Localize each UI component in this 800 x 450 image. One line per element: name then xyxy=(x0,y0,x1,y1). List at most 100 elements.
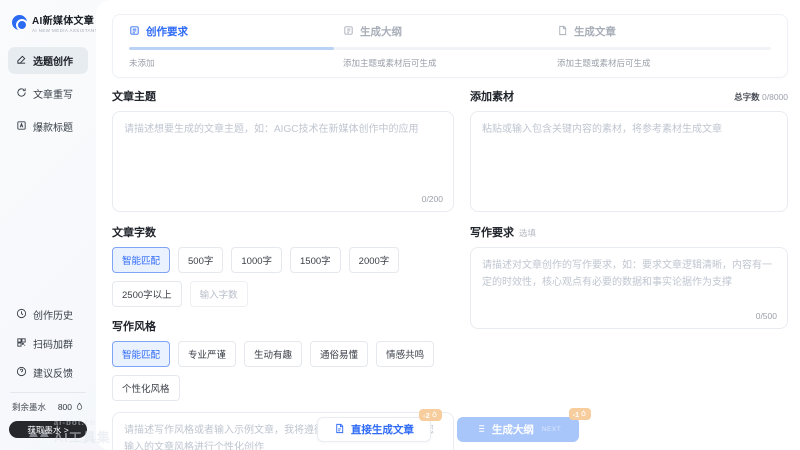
main-panel: 创作要求 生成大纲 生成文章 未添加 添加主题或素材后可生成 添加主题或素材后可… xyxy=(96,0,800,450)
form-icon xyxy=(129,25,140,39)
sidebar-item-history[interactable]: 创作历史 xyxy=(8,302,88,327)
word-count-option-500[interactable]: 500字 xyxy=(178,247,223,273)
logo-icon xyxy=(12,15,27,30)
step-status: 添加主题或素材后可生成 xyxy=(343,57,557,69)
sidebar-item-label: 创作历史 xyxy=(33,307,73,322)
title-icon xyxy=(16,120,27,134)
sidebar-item-feedback[interactable]: 建议反馈 xyxy=(8,360,88,385)
outline-list-icon xyxy=(475,423,486,437)
creation-form: 文章主题 0/200 文章字数 智能匹配 500字 1000字 1500字 20… xyxy=(112,88,788,450)
generate-outline-label: 生成大纲 xyxy=(492,422,534,437)
word-count-option-1000[interactable]: 1000字 xyxy=(231,247,282,273)
step-generate-outline[interactable]: 生成大纲 xyxy=(343,24,557,39)
form-left-column: 文章主题 0/200 文章字数 智能匹配 500字 1000字 1500字 20… xyxy=(112,88,454,450)
sidebar-divider xyxy=(10,392,86,393)
word-count-option-2000[interactable]: 2000字 xyxy=(349,247,400,273)
sidebar-item-label: 扫码加群 xyxy=(33,336,73,351)
qr-icon xyxy=(16,337,27,351)
style-options: 智能匹配 专业严谨 生动有趣 通俗易懂 情感共鸣 个性化风格 xyxy=(112,341,454,401)
step-status: 未添加 xyxy=(129,57,343,69)
logo-text: AI新媒体文章 AI NEW MEDIA ASSISTANT xyxy=(32,12,98,33)
ink-balance-value: 800 xyxy=(58,402,72,412)
topic-label: 文章主题 xyxy=(112,88,156,104)
outline-icon xyxy=(343,25,354,39)
style-option-plain[interactable]: 通俗易懂 xyxy=(310,341,368,367)
material-total-count: 总字数 0/8000 xyxy=(734,91,788,103)
rewrite-icon xyxy=(16,87,27,101)
generate-article-label: 直接生成文章 xyxy=(351,422,414,437)
step-creation-requirements[interactable]: 创作要求 xyxy=(129,24,343,39)
stepper-labels: 创作要求 生成大纲 生成文章 xyxy=(129,24,771,39)
sidebar-item-label: 选题创作 xyxy=(33,53,73,68)
generate-outline-button[interactable]: 生成大纲 NEXT -1 xyxy=(457,417,579,442)
history-icon xyxy=(16,308,27,322)
ink-balance: 剩余墨水 800 xyxy=(8,401,88,413)
generate-outline-cost-badge: -1 xyxy=(569,408,592,420)
sidebar-menu: 选题创作 文章重写 爆款标题 xyxy=(8,47,88,140)
sidebar-item-qr-group[interactable]: 扫码加群 xyxy=(8,331,88,356)
step-progress-bar xyxy=(129,47,771,50)
word-count-label: 文章字数 xyxy=(112,224,156,240)
ink-drop-icon xyxy=(75,402,84,413)
topic-counter: 0/200 xyxy=(422,194,443,204)
step-progress-fill xyxy=(129,47,334,50)
action-bar: 直接生成文章 -2 生成大纲 NEXT -1 xyxy=(96,417,800,442)
cost-value: -2 xyxy=(423,411,430,420)
sidebar-item-topic-creation[interactable]: 选题创作 xyxy=(8,47,88,74)
material-total-label: 总字数 xyxy=(734,92,760,102)
next-tag: NEXT xyxy=(542,426,561,433)
material-label: 添加素材 xyxy=(470,88,514,104)
word-count-option-smart[interactable]: 智能匹配 xyxy=(112,247,170,273)
requirements-field-wrap: 0/500 xyxy=(470,247,788,329)
word-count-custom-input[interactable]: 输入字数 xyxy=(190,281,248,307)
sidebar-footer: 创作历史 扫码加群 建议反馈 剩余墨水 800 获取墨水 > xyxy=(8,302,88,438)
style-label: 写作风格 xyxy=(112,318,156,334)
sidebar: AI新媒体文章 AI NEW MEDIA ASSISTANT 选题创作 文章重写… xyxy=(0,0,96,450)
feedback-icon xyxy=(16,366,27,380)
step-label: 创作要求 xyxy=(146,24,188,39)
word-count-option-1500[interactable]: 1500字 xyxy=(290,247,341,273)
sidebar-item-article-rewrite[interactable]: 文章重写 xyxy=(8,80,88,107)
topic-input[interactable] xyxy=(112,111,454,212)
cost-value: -1 xyxy=(573,410,580,419)
step-status: 添加主题或素材后可生成 xyxy=(557,57,771,69)
document-icon xyxy=(334,423,345,437)
app-window: AI新媒体文章 AI NEW MEDIA ASSISTANT 选题创作 文章重写… xyxy=(0,0,800,450)
style-option-emotional[interactable]: 情感共鸣 xyxy=(376,341,434,367)
form-right-column: 添加素材 总字数 0/8000 写作要求 选填 0/500 xyxy=(470,88,788,450)
requirements-optional-tag: 选填 xyxy=(519,227,536,239)
app-logo: AI新媒体文章 AI NEW MEDIA ASSISTANT xyxy=(8,12,88,33)
style-option-vivid[interactable]: 生动有趣 xyxy=(244,341,302,367)
requirements-counter: 0/500 xyxy=(756,311,777,321)
material-input[interactable] xyxy=(470,111,788,212)
document-icon xyxy=(557,25,568,39)
stepper: 创作要求 生成大纲 生成文章 未添加 添加主题或素材后可生成 添加主题或素材后可… xyxy=(112,14,788,78)
step-label: 生成大纲 xyxy=(360,24,402,39)
stepper-statuses: 未添加 添加主题或素材后可生成 添加主题或素材后可生成 xyxy=(129,57,771,69)
requirements-label: 写作要求 xyxy=(470,224,514,240)
step-label: 生成文章 xyxy=(574,24,616,39)
word-count-option-2500plus[interactable]: 2500字以上 xyxy=(112,281,182,307)
material-field-wrap xyxy=(470,111,788,212)
sidebar-item-label: 建议反馈 xyxy=(33,365,73,380)
style-option-smart[interactable]: 智能匹配 xyxy=(112,341,170,367)
app-subtitle: AI NEW MEDIA ASSISTANT xyxy=(32,28,98,33)
word-count-options: 智能匹配 500字 1000字 1500字 2000字 2500字以上 输入字数 xyxy=(112,247,454,307)
style-option-personalized[interactable]: 个性化风格 xyxy=(112,375,180,401)
sidebar-item-hot-title[interactable]: 爆款标题 xyxy=(8,113,88,140)
get-ink-button[interactable]: 获取墨水 > xyxy=(9,421,87,438)
edit-icon xyxy=(16,54,27,68)
style-option-professional[interactable]: 专业严谨 xyxy=(178,341,236,367)
generate-article-button[interactable]: 直接生成文章 -2 xyxy=(317,417,431,442)
ink-drop-icon xyxy=(580,410,587,419)
generate-article-cost-badge: -2 xyxy=(419,409,442,421)
ink-drop-icon xyxy=(431,411,438,420)
topic-field-wrap: 0/200 xyxy=(112,111,454,212)
step-generate-article[interactable]: 生成文章 xyxy=(557,24,771,39)
sidebar-item-label: 文章重写 xyxy=(33,86,73,101)
material-total-value: 0/8000 xyxy=(762,92,788,102)
sidebar-item-label: 爆款标题 xyxy=(33,119,73,134)
ink-balance-label: 剩余墨水 xyxy=(12,401,46,413)
requirements-input[interactable] xyxy=(470,247,788,329)
app-title: AI新媒体文章 xyxy=(32,12,98,27)
